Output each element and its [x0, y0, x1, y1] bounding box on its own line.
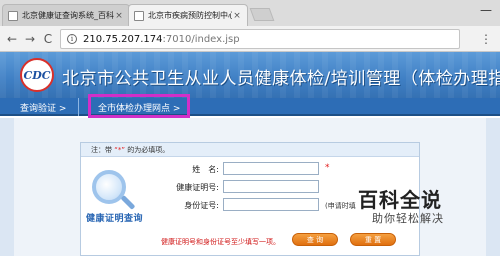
nav-strip: 查询验证 > 全市体检办理网点 > — [0, 98, 500, 116]
page-title: 北京市公共卫生从业人员健康体检/培训管理（体检办理指南） — [62, 69, 500, 89]
form-warning: 健康证明号和身份证号至少填写一项。 — [161, 238, 280, 246]
watermark-main: 百科全说 — [358, 188, 442, 212]
favicon-icon — [8, 10, 18, 21]
browser-tab-1[interactable]: 北京健康证查询系统_百科 × — [2, 4, 130, 26]
note-prefix: 注：带 — [91, 146, 112, 154]
url-host: 210.75.207.174 — [83, 33, 163, 45]
required-mark: * — [325, 163, 330, 173]
close-icon[interactable]: × — [114, 11, 124, 21]
close-icon[interactable]: × — [232, 11, 242, 21]
magnifier-handle — [120, 195, 136, 210]
nav-item-query[interactable]: 查询验证 > — [20, 101, 66, 114]
logo-text: CDC — [23, 68, 51, 82]
name-label: 姓 名: — [192, 165, 219, 174]
tab-label: 北京市疾病预防控制中心 — [148, 11, 232, 20]
id-number-label: 身份证号: — [184, 201, 219, 210]
query-art-label: 健康证明查询 — [86, 214, 144, 224]
menu-icon[interactable]: ⋮ — [480, 32, 492, 46]
nav-divider — [78, 98, 79, 116]
info-icon[interactable]: i — [67, 34, 77, 44]
cdc-logo: CDC — [20, 58, 54, 92]
forward-arrow-icon[interactable]: → — [22, 31, 38, 47]
name-input[interactable] — [223, 162, 319, 175]
favicon-icon — [134, 10, 144, 21]
reload-icon[interactable]: C — [40, 31, 56, 47]
required-note: 注：带 “*” 的为必填项。 — [81, 143, 419, 157]
minimize-icon[interactable]: — — [480, 3, 492, 17]
header-banner: CDC 北京市公共卫生从业人员健康体检/培训管理（体检办理指南） — [0, 52, 500, 98]
cert-number-label: 健康证明号: — [176, 183, 219, 192]
browser-tab-strip: 北京健康证查询系统_百科 × 北京市疾病预防控制中心 × — — [0, 0, 500, 26]
reset-button[interactable]: 重 置 — [350, 233, 396, 246]
right-margin — [486, 118, 500, 256]
cert-number-input[interactable] — [223, 180, 319, 193]
left-margin — [0, 118, 14, 256]
note-star: “*” — [114, 146, 125, 154]
highlight-annotation — [88, 94, 190, 118]
note-suffix: 的为必填项。 — [127, 146, 170, 154]
browser-tab-2[interactable]: 北京市疾病预防控制中心 × — [128, 4, 248, 26]
new-tab-button[interactable] — [249, 8, 275, 21]
id-hint: (申请时填 — [325, 202, 356, 210]
tab-label: 北京健康证查询系统_百科 — [22, 11, 114, 20]
watermark: 百科全说 助你轻松解决 — [358, 184, 478, 226]
url-bar[interactable]: i 210.75.207.174 :7010/index.jsp — [60, 29, 460, 49]
address-toolbar: ← → C i 210.75.207.174 :7010/index.jsp ⋮ — [0, 26, 500, 52]
back-arrow-icon[interactable]: ← — [4, 31, 20, 47]
watermark-sub: 助你轻松解决 — [372, 212, 444, 225]
id-number-input[interactable] — [223, 198, 319, 211]
url-path: :7010/index.jsp — [162, 33, 240, 45]
query-button[interactable]: 查 询 — [292, 233, 338, 246]
